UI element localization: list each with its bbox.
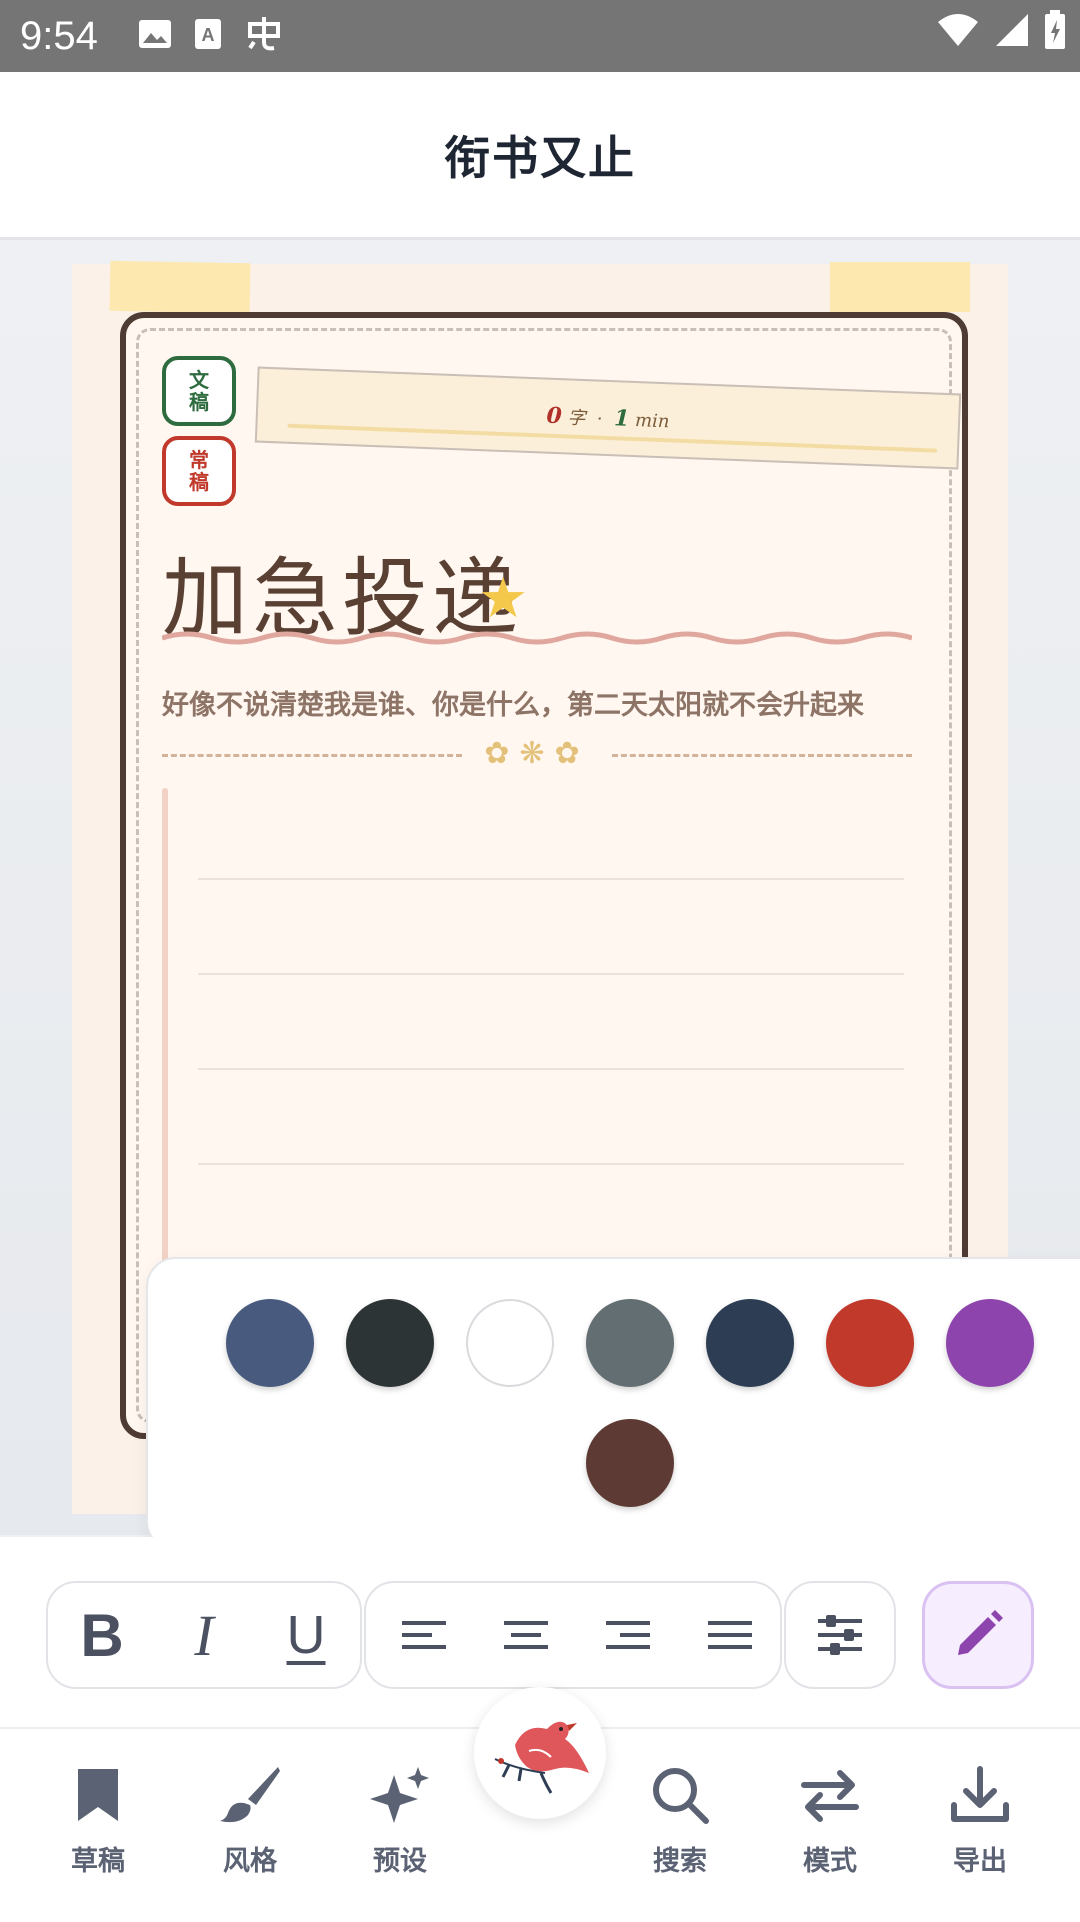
align-justify-icon [708,1621,752,1649]
nav-label-style: 风格 [223,1846,277,1877]
app-header: 衔书又止 [0,72,1080,240]
italic-button[interactable]: I [154,1583,254,1687]
underline-icon: U [286,1605,326,1665]
ruled-line [198,1068,904,1070]
read-time-unit: min [634,410,670,433]
nav-item-search[interactable]: 搜索 [620,1765,740,1878]
stamp-changgao: 常稿 [162,436,236,506]
flower-divider: ✿❋✿ [162,736,912,776]
ruled-line [198,1163,904,1165]
spacing-group [784,1581,896,1689]
word-count-value: 0 [545,402,563,430]
align-center-icon [504,1621,548,1649]
sparkle-icon [370,1767,429,1823]
nav-item-drafts[interactable]: 草稿 [38,1765,158,1878]
nav-label-presets: 预设 [373,1846,427,1877]
wavy-underline [162,631,912,645]
battery-icon [1044,10,1066,54]
align-justify-button[interactable] [680,1583,780,1687]
nav-label-search: 搜索 [653,1846,707,1877]
pencil-icon [958,1610,1003,1655]
nav-item-style[interactable]: 风格 [190,1765,310,1878]
color-swatch-purple[interactable] [946,1299,1034,1387]
stamp-changgao-text: 常稿 [189,448,209,494]
align-right-icon [606,1621,650,1649]
bird-logo-icon [494,1721,589,1794]
ruled-line [198,878,904,880]
align-left-icon [402,1621,446,1649]
document-subtitle[interactable]: 好像不说清楚我是谁、你是什么，第二天太阳就不会升起来 [162,683,864,722]
banner-meta: 0 字 · 1 min [546,403,670,434]
italic-icon: I [194,1602,214,1668]
color-swatch-white[interactable] [466,1299,554,1387]
color-picker-popup [146,1257,1080,1551]
bookmark-icon [78,1769,118,1821]
read-time-value: 1 [613,405,630,432]
color-swatch-slate-blue[interactable] [226,1299,314,1387]
status-time: 9:54 [20,13,98,58]
spacing-button[interactable] [790,1583,890,1687]
underline-button[interactable]: U [256,1583,356,1687]
color-swatch-brown[interactable] [586,1419,674,1507]
nav-item-mode[interactable]: 模式 [770,1765,890,1878]
svg-text:A: A [201,25,214,45]
stamp-wengao-text: 文稿 [189,368,209,414]
flower-icon: ✿❋✿ [484,736,590,771]
nav-item-presets[interactable]: 预设 [340,1765,460,1878]
download-icon [951,1766,1009,1822]
alignment-group [364,1581,782,1689]
status-bar: 9:54 A [0,0,1080,72]
app-icon [244,14,284,58]
brush-icon [220,1767,280,1823]
nav-label-mode: 模式 [803,1846,857,1877]
stamp-wengao: 文稿 [162,356,236,426]
nav-label-drafts: 草稿 [71,1846,125,1877]
nav-label-export: 导出 [953,1846,1007,1877]
color-swatch-charcoal[interactable] [346,1299,434,1387]
nav-item-export[interactable]: 导出 [920,1765,1040,1878]
image-icon [138,19,172,53]
divider-dash-left [162,754,462,757]
align-right-button[interactable] [578,1583,678,1687]
word-count-unit: 字 [567,407,586,430]
bold-button[interactable]: B [52,1583,152,1687]
bottom-nav: 草稿 风格 预设 搜索 模式 导出 [0,1687,1080,1922]
color-swatch-gray[interactable] [586,1299,674,1387]
text-icon: A [194,18,222,54]
tape-left [109,260,251,314]
align-center-button[interactable] [476,1583,576,1687]
swap-icon [801,1770,859,1822]
text-style-group: B I U [46,1581,362,1689]
tape-right [830,262,970,312]
wifi-icon [936,12,980,52]
banner-separator: · [596,408,604,430]
sliders-icon [818,1615,862,1655]
color-swatch-red[interactable] [826,1299,914,1387]
star-icon: ★ [478,566,529,631]
divider-dash-right [612,754,912,757]
ruled-line [198,973,904,975]
signal-icon [994,12,1030,52]
pen-color-button[interactable] [922,1581,1034,1689]
center-fab-button[interactable] [474,1687,606,1819]
search-icon [653,1768,709,1824]
align-left-button[interactable] [374,1583,474,1687]
color-swatch-navy[interactable] [706,1299,794,1387]
page-title: 衔书又止 [444,130,636,185]
bold-icon: B [80,1601,124,1669]
